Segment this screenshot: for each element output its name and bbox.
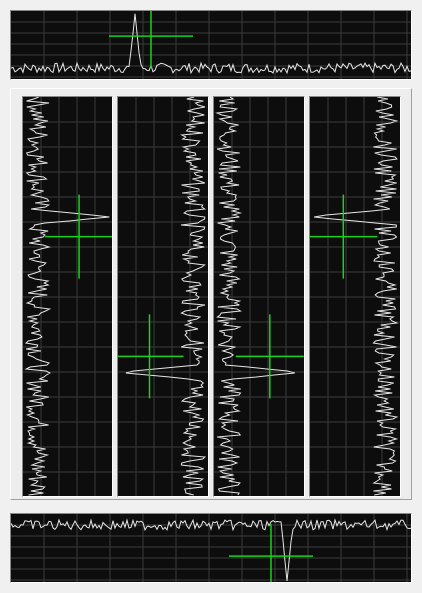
vertical-trace-panel-3[interactable] (213, 96, 305, 497)
crosshair-cursor (45, 194, 112, 279)
grid-lines (118, 97, 208, 496)
signal-trace (125, 97, 207, 496)
vertical-trace-plot-2 (118, 97, 208, 496)
top-spectrum-plot (11, 11, 411, 79)
signal-trace (314, 97, 399, 496)
bottom-spectrum-plot (11, 514, 411, 582)
crosshair-cursor (235, 314, 304, 399)
top-spectrum-panel[interactable] (10, 10, 412, 80)
vertical-trace-plot-4 (310, 97, 400, 496)
signal-trace (11, 13, 411, 75)
crosshair-cursor (310, 194, 378, 279)
vertical-trace-panel-4[interactable] (309, 96, 401, 497)
crosshair-cursor (118, 314, 184, 399)
vertical-trace-panel-1[interactable] (22, 96, 113, 497)
grid-lines (11, 11, 411, 79)
crosshair-cursor (109, 11, 193, 69)
bottom-spectrum-panel[interactable] (10, 513, 412, 583)
vertical-trace-panel-2[interactable] (117, 96, 209, 497)
signal-trace (11, 518, 411, 581)
vertical-trace-plot-1 (23, 97, 112, 496)
signal-trace (24, 97, 110, 496)
vertical-trace-plot-3 (214, 97, 304, 496)
signal-trace (215, 97, 295, 496)
